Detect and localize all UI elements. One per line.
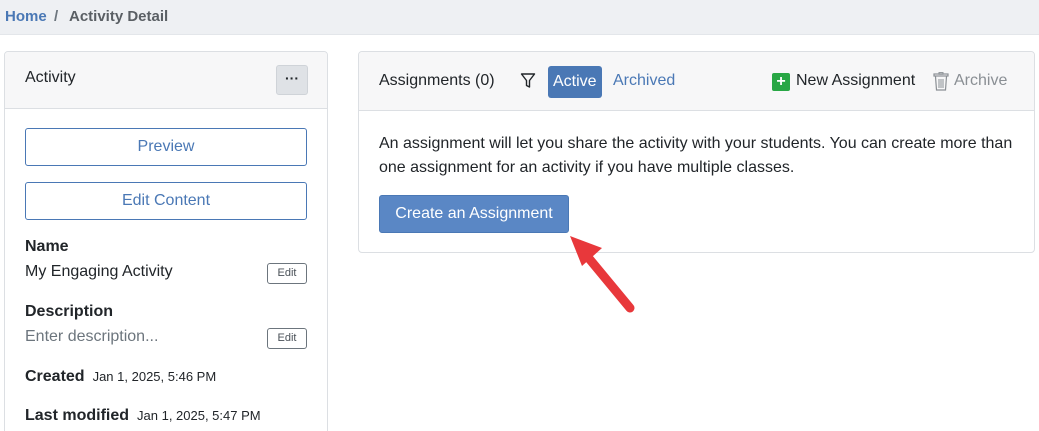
breadcrumb-separator: / — [54, 8, 59, 25]
modified-row: Last modified Jan 1, 2025, 5:47 PM — [25, 407, 261, 425]
name-value: My Engaging Activity — [25, 263, 173, 280]
breadcrumb: Home / Activity Detail — [0, 0, 1039, 35]
more-options-button[interactable]: ··· — [276, 65, 308, 95]
assignments-empty-message: An assignment will let you share the act… — [379, 135, 1013, 176]
description-label: Description — [25, 303, 114, 320]
edit-name-button[interactable]: Edit — [267, 263, 307, 284]
assignments-card-header: Assignments (0) Active Archived + New As… — [359, 52, 1034, 111]
preview-button[interactable]: Preview — [25, 128, 307, 166]
modified-value: Jan 1, 2025, 5:47 PM — [137, 408, 261, 423]
new-assignment-label: New Assignment — [796, 72, 916, 89]
create-assignment-button[interactable]: Create an Assignment — [379, 195, 569, 233]
activity-card: Activity ··· Preview Edit Content Name M… — [4, 51, 328, 431]
tab-archived[interactable]: Archived — [613, 72, 675, 90]
tab-active[interactable]: Active — [548, 66, 602, 98]
name-label: Name — [25, 238, 69, 255]
description-placeholder: Enter description... — [25, 328, 159, 345]
plus-icon: + — [772, 73, 790, 91]
created-value: Jan 1, 2025, 5:46 PM — [92, 369, 217, 384]
assignments-title: Assignments (0) — [379, 72, 495, 89]
modified-label: Last modified — [25, 407, 130, 424]
created-label: Created — [25, 368, 85, 385]
breadcrumb-home-link[interactable]: Home — [5, 8, 47, 25]
annotation-arrow-icon — [570, 236, 635, 313]
activity-card-header: Activity ··· — [5, 52, 327, 109]
activity-card-title: Activity — [25, 69, 76, 86]
filter-icon[interactable] — [520, 72, 536, 90]
edit-content-button[interactable]: Edit Content — [25, 182, 307, 220]
trash-icon — [933, 72, 949, 91]
created-row: Created Jan 1, 2025, 5:46 PM — [25, 368, 216, 386]
archive-label: Archive — [954, 72, 1008, 89]
assignments-card: Assignments (0) Active Archived + New As… — [358, 51, 1035, 253]
edit-description-button[interactable]: Edit — [267, 328, 307, 349]
breadcrumb-current: Activity Detail — [69, 8, 169, 25]
